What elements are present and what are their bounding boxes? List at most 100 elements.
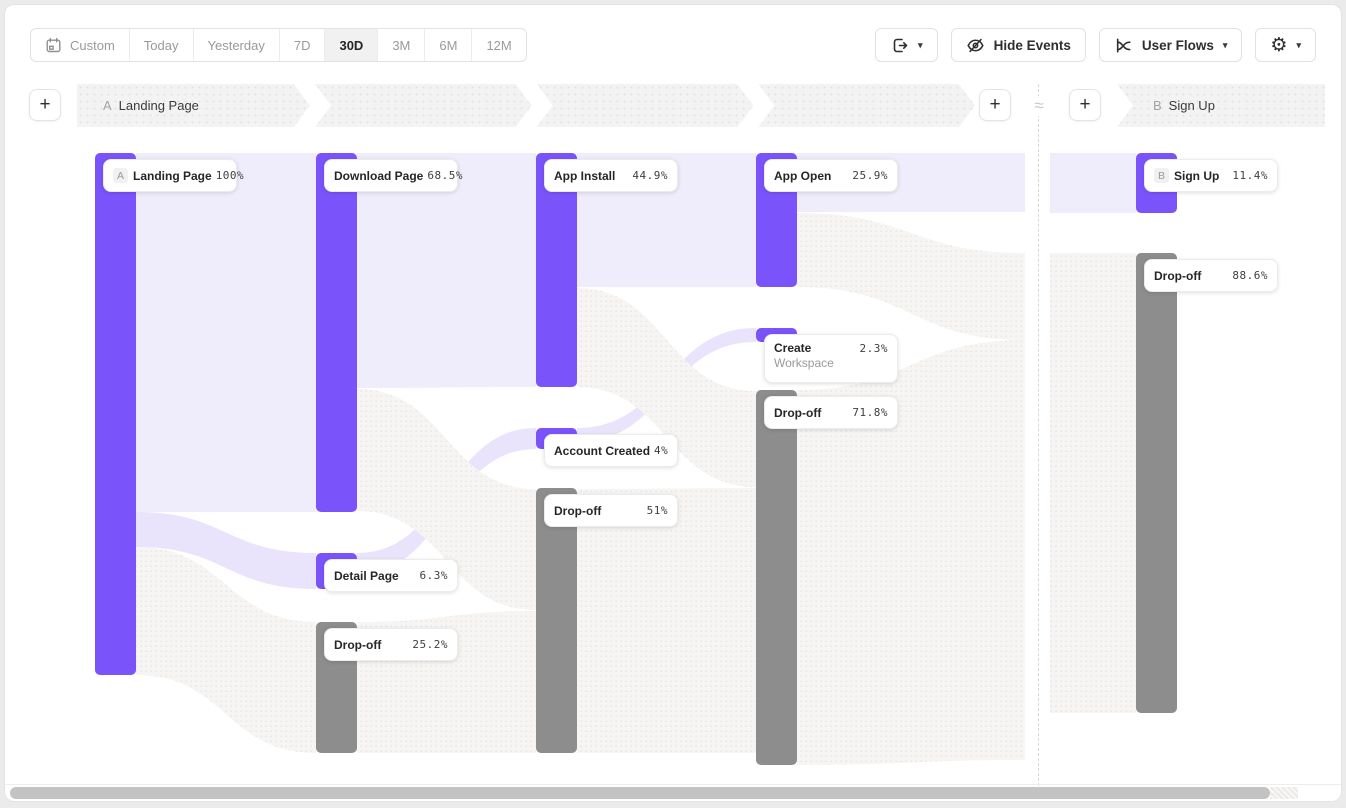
node-bar-drop-off-signup[interactable] (1136, 253, 1177, 713)
date-range-label: Yesterday (208, 38, 265, 53)
date-range-label: Custom (70, 38, 115, 53)
node-name: A Landing Page (113, 168, 212, 183)
node-label-drop-off-signup[interactable]: Drop-off88.6% (1144, 259, 1278, 292)
add-step-button-end-a[interactable]: + (979, 89, 1011, 121)
node-name-text: App Install (554, 169, 615, 183)
date-range-picker: Custom Today Yesterday 7D 30D 3M 6M 12M (30, 28, 527, 62)
node-label-sign-up[interactable]: BSign Up 11.4% (1144, 159, 1278, 192)
node-value: 6.3% (420, 569, 449, 582)
scrollbar-track-hatch (1270, 787, 1298, 799)
node-name-text: Account Created (554, 444, 650, 458)
node-name: Download Page (334, 169, 423, 183)
funnel-step-sign-up[interactable]: BSign Up (1117, 84, 1325, 127)
date-range-3m[interactable]: 3M (377, 29, 424, 61)
node-name: Account Created (554, 444, 650, 458)
node-name-text: Detail Page (334, 569, 399, 583)
calendar-icon (45, 37, 62, 54)
settings-button[interactable]: ⚙▾ (1255, 28, 1316, 62)
node-label-landing-page[interactable]: ALanding Page100% (103, 159, 237, 192)
node-label-drop-off-step2[interactable]: Drop-off25.2% (324, 628, 458, 661)
funnel-band-a: ALanding Page (77, 84, 975, 127)
eye-off-icon (966, 36, 985, 55)
gear-icon: ⚙ (1270, 36, 1287, 55)
node-bar-drop-off-step3[interactable] (536, 488, 577, 753)
node-value: 11.4% (1232, 169, 1268, 182)
node-name: Drop-off (774, 406, 821, 420)
node-name-text: Drop-off (334, 638, 381, 652)
date-range-label: 7D (294, 38, 311, 53)
node-name: BSign Up (1154, 168, 1219, 183)
node-name-text: Landing Page (133, 169, 212, 183)
date-range-label: 12M (486, 38, 511, 53)
date-range-12m[interactable]: 12M (471, 29, 525, 61)
node-label-drop-off-step3[interactable]: Drop-off 51% (544, 494, 678, 527)
add-step-button[interactable]: + (29, 89, 61, 121)
node-label-drop-off-step4[interactable]: Drop-off 71.8% (764, 396, 898, 429)
node-name: App Install (554, 169, 615, 183)
date-range-30d[interactable]: 30D (324, 29, 377, 61)
node-name: Drop-off (1154, 269, 1201, 283)
date-range-7d[interactable]: 7D (279, 29, 325, 61)
add-step-button-start-b[interactable]: + (1069, 89, 1101, 121)
node-bar-download-page[interactable] (316, 153, 357, 512)
node-name-text: Download Page (334, 169, 423, 183)
flow-drop-off-step3-to-drop-off-step4 (577, 488, 756, 753)
node-name: Drop-off (554, 504, 601, 518)
flow-landing-page-to-download-page (136, 153, 316, 512)
funnel-step-empty[interactable] (537, 84, 754, 127)
node-value: 71.8% (852, 406, 888, 419)
node-value: 44.9% (632, 169, 668, 182)
date-range-label: Today (144, 38, 179, 53)
node-name-text: Drop-off (1154, 269, 1201, 283)
node-bar-drop-off-step4[interactable] (756, 390, 797, 765)
node-label-create-workspace[interactable]: Create2.3%Workspace (764, 334, 898, 383)
hide-events-label: Hide Events (994, 38, 1071, 53)
node-name-text: Sign Up (1174, 169, 1219, 183)
funnel-step-landing-page[interactable]: ALanding Page (77, 84, 310, 127)
date-range-today[interactable]: Today (129, 29, 193, 61)
horizontal-scrollbar-thumb[interactable] (10, 787, 1270, 799)
date-range-label: 30D (339, 38, 363, 53)
node-value: 100% (216, 169, 245, 182)
funnel-step-empty[interactable] (315, 84, 532, 127)
node-label-app-open[interactable]: App Open 25.9% (764, 159, 898, 192)
flow-app-open-to-drop-off-signup (797, 213, 1025, 340)
node-value: 2.3% (860, 342, 889, 355)
node-value: 51% (647, 504, 668, 517)
flow-drop-off-step4-to-drop-off-signup (1050, 253, 1136, 713)
date-range-custom[interactable]: Custom (31, 29, 129, 61)
node-label-download-page[interactable]: Download Page68.5% (324, 159, 458, 192)
date-range-label: 3M (392, 38, 410, 53)
hide-events-button[interactable]: Hide Events (951, 28, 1086, 62)
user-flows-label: User Flows (1142, 38, 1214, 53)
node-label-app-install[interactable]: App Install 44.9% (544, 159, 678, 192)
step-label: Sign Up (1169, 98, 1215, 113)
chevron-down-icon: ▾ (1296, 41, 1301, 50)
funnel-step-empty[interactable] (758, 84, 975, 127)
export-button[interactable]: ▾ (875, 28, 938, 62)
node-value: 4% (654, 444, 668, 457)
node-name-text: Drop-off (554, 504, 601, 518)
user-flows-icon (1114, 36, 1133, 55)
node-name-text: Drop-off (774, 406, 821, 420)
node-name: App Open (774, 169, 831, 183)
node-name-text: App Open (774, 169, 831, 183)
node-bar-landing-page[interactable] (95, 153, 136, 675)
export-icon (890, 36, 909, 55)
flow-app-open-to-sign-up (1050, 153, 1136, 213)
node-value: 68.5% (427, 169, 463, 182)
user-flows-button[interactable]: User Flows▾ (1099, 28, 1243, 62)
node-name: Drop-off (334, 638, 381, 652)
node-value: 25.9% (852, 169, 888, 182)
toolbar: Custom Today Yesterday 7D 30D 3M 6M 12M ▾ Hide E… (30, 28, 1316, 62)
section-divider (1038, 84, 1039, 786)
date-range-yesterday[interactable]: Yesterday (193, 29, 279, 61)
node-label-account-created[interactable]: Account Created 4% (544, 434, 678, 467)
node-name: Create (774, 341, 811, 355)
approx-symbol: ≈ (1026, 96, 1052, 116)
node-name: Detail Page (334, 569, 399, 583)
step-label: Landing Page (119, 98, 199, 113)
date-range-6m[interactable]: 6M (424, 29, 471, 61)
step-badge-a: A (113, 168, 128, 183)
node-label-detail-page[interactable]: Detail Page 6.3% (324, 559, 458, 592)
